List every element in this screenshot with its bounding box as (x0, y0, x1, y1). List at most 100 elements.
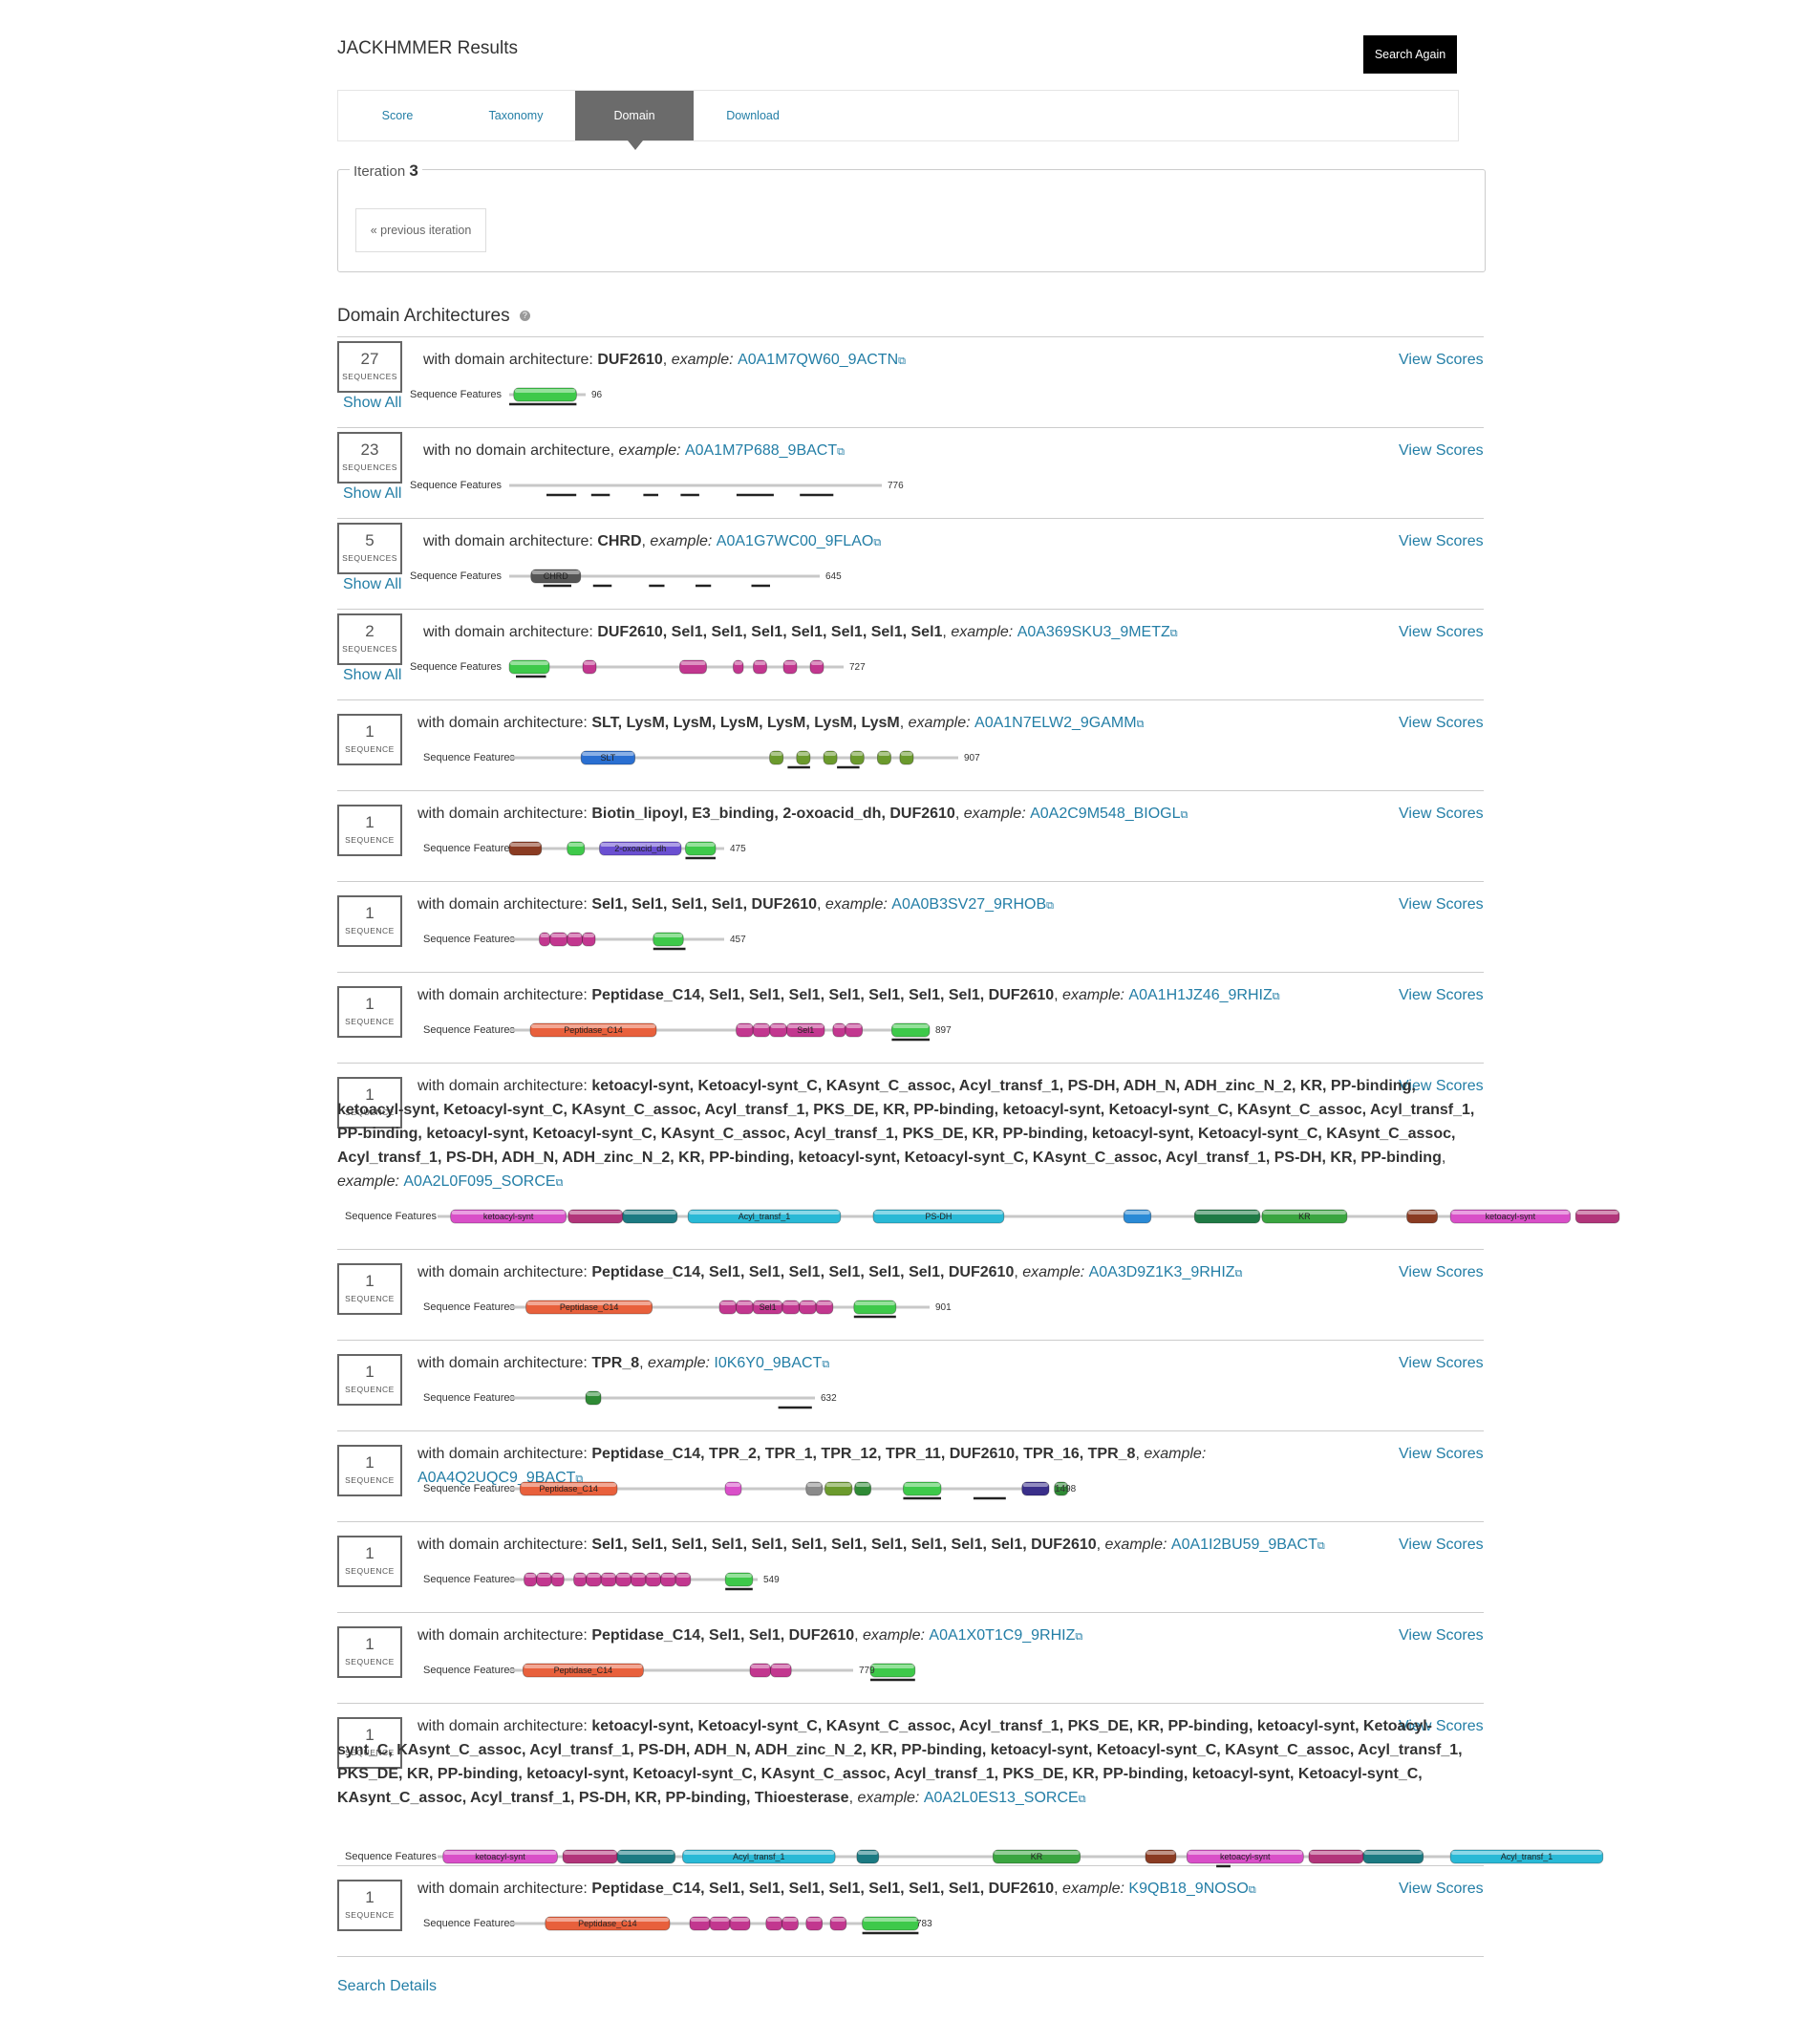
domain-highlight (720, 1301, 736, 1305)
view-scores-link[interactable]: View Scores (1399, 987, 1484, 1004)
example-accession-link[interactable]: A0A2C9M548_BIOGL (1030, 806, 1180, 822)
domain-highlight (751, 1665, 770, 1668)
example-accession-link[interactable]: A0A3D9Z1K3_9RHIZ (1089, 1264, 1235, 1280)
domain-highlight (871, 1665, 914, 1668)
sequence-count: 1 (365, 1453, 375, 1472)
example-accession-link[interactable]: K9QB18_9NOSO (1128, 1881, 1248, 1897)
example-accession-link[interactable]: A0A1M7QW60_9ACTN (738, 352, 898, 368)
sequence-features-label: Sequence Features (423, 1392, 516, 1404)
section-title-text: Domain Architectures (337, 306, 510, 326)
example-accession-link[interactable]: A0A1I2BU59_9BACT (1171, 1537, 1317, 1553)
sequence-length: 779 (859, 1666, 875, 1676)
example-accession-link[interactable]: A0A1X0T1C9_9RHIZ (929, 1627, 1075, 1644)
sequence-count: 1 (365, 1888, 375, 1906)
domain-list: DUF2610, Sel1, Sel1, Sel1, Sel1, Sel1, S… (597, 624, 943, 640)
tab-domain[interactable]: Domain (575, 91, 694, 150)
sequence-unit: SEQUENCE (345, 1910, 395, 1920)
domain-highlight (737, 1301, 753, 1305)
view-scores-link[interactable]: View Scores (1399, 806, 1484, 823)
example-accession-link[interactable]: A0A1H1JZ46_9RHIZ (1128, 987, 1272, 1003)
row-divider (337, 881, 1484, 882)
example-accession-link[interactable]: A0A369SKU3_9METZ (1017, 624, 1170, 640)
sequence-features-label: Sequence Features (423, 1574, 516, 1585)
sequence-features-label: Sequence Features (423, 1483, 516, 1494)
domain-list: Peptidase_C14, TPR_2, TPR_1, TPR_12, TPR… (591, 1446, 1136, 1462)
view-scores-link[interactable]: View Scores (1399, 896, 1484, 914)
view-scores-link[interactable]: View Scores (1399, 1537, 1484, 1554)
domain-highlight (904, 1483, 940, 1487)
domain-highlight (766, 1918, 782, 1922)
show-all-link[interactable]: Show All (343, 667, 401, 684)
row-divider (337, 336, 1484, 337)
architecture-lead-text: with no domain architecture, (423, 442, 619, 459)
sequence-count-box: 1 SEQUENCE (337, 714, 402, 765)
iteration-legend: Iteration 3 (350, 161, 422, 181)
domain-highlight (653, 934, 683, 937)
sequence-count: 1 (365, 995, 375, 1013)
search-again-button[interactable]: Search Again (1363, 35, 1457, 74)
help-icon[interactable]: ? (519, 311, 530, 322)
show-all-link[interactable]: Show All (343, 576, 401, 593)
sequence-unit: SEQUENCES (342, 372, 397, 381)
sequence-count-box: 1 SEQUENCE (337, 1354, 402, 1406)
view-scores-link[interactable]: View Scores (1399, 624, 1484, 641)
domain-highlight (846, 1024, 862, 1028)
example-accession-link[interactable]: A0A1M7P688_9BACT (685, 442, 837, 459)
tab-taxonomy[interactable]: Taxonomy (457, 91, 575, 140)
previous-iteration-button[interactable]: « previous iteration (355, 208, 486, 252)
architecture-lead-text: with domain architecture: (418, 1355, 592, 1371)
example-accession-link[interactable]: A0A1N7ELW2_9GAMM (974, 715, 1137, 731)
example-accession-link[interactable]: A0A2L0ES13_SORCE (924, 1790, 1079, 1806)
sequence-unit: SEQUENCE (345, 1017, 395, 1026)
show-all-link[interactable]: Show All (343, 395, 401, 412)
view-scores-link[interactable]: View Scores (1399, 1446, 1484, 1463)
domain-highlight (900, 752, 912, 756)
page-title: JACKHMMER Results (337, 38, 518, 58)
separator: , (1054, 987, 1063, 1003)
architecture-description: with domain architecture: Peptidase_C14,… (418, 983, 1373, 1009)
view-scores-link[interactable]: View Scores (1399, 1264, 1484, 1281)
view-scores-link[interactable]: View Scores (1399, 1355, 1484, 1372)
domain-highlight (878, 752, 890, 756)
view-scores-link[interactable]: View Scores (1399, 1627, 1484, 1645)
example-accession-link[interactable]: A0A0B3SV27_9RHOB (891, 896, 1046, 913)
domain-list: DUF2610 (597, 352, 663, 368)
sequence-track: 727 (508, 659, 866, 678)
sequence-length: 907 (964, 753, 980, 763)
view-scores-link[interactable]: View Scores (1399, 352, 1484, 369)
sequence-count: 1 (365, 904, 375, 922)
sequence-unit: SEQUENCE (345, 1294, 395, 1303)
domain-highlight (540, 934, 549, 937)
sequence-track: 2-oxoacid_dh 475 (508, 841, 746, 860)
domain-highlight (550, 934, 567, 937)
row-divider (337, 1430, 1484, 1431)
domain-highlight (1576, 1211, 1618, 1215)
show-all-link[interactable]: Show All (343, 485, 401, 503)
view-scores-link[interactable]: View Scores (1399, 533, 1484, 550)
sequence-track: Peptidase_C14 779 (509, 1663, 916, 1682)
view-scores-link[interactable]: View Scores (1399, 442, 1484, 460)
sequence-length: 457 (730, 935, 746, 945)
sequence-count-box: 1 SEQUENCE (337, 805, 402, 856)
architecture-description: with domain architecture: CHRD, example:… (423, 529, 1379, 555)
view-scores-link[interactable]: View Scores (1399, 715, 1484, 732)
view-scores-link[interactable]: View Scores (1399, 1881, 1484, 1898)
example-label: example: (650, 533, 717, 549)
domain-highlight (568, 1211, 622, 1215)
tab-download[interactable]: Download (694, 91, 812, 140)
sequence-features-label: Sequence Features (345, 1851, 438, 1862)
example-accession-link[interactable]: A0A1G7WC00_9FLAO (717, 533, 874, 549)
example-accession-link[interactable]: I0K6Y0_9BACT (714, 1355, 822, 1371)
sequence-length: 897 (935, 1025, 952, 1036)
separator: , (639, 1355, 648, 1371)
tab-score[interactable]: Score (338, 91, 457, 140)
domain-label: PS-DH (925, 1212, 952, 1221)
domain-highlight (731, 1918, 749, 1922)
sequence-track: Peptidase_C14 Sel1 901 (509, 1300, 952, 1319)
domain-highlight (726, 1574, 752, 1578)
domain-highlight (833, 1024, 845, 1028)
example-accession-link[interactable]: A0A2L0F095_SORCE (403, 1173, 555, 1190)
sequence-track: 96 (509, 387, 603, 406)
search-details-link[interactable]: Search Details (337, 1978, 437, 1995)
domain-label: KR (1031, 1852, 1043, 1861)
